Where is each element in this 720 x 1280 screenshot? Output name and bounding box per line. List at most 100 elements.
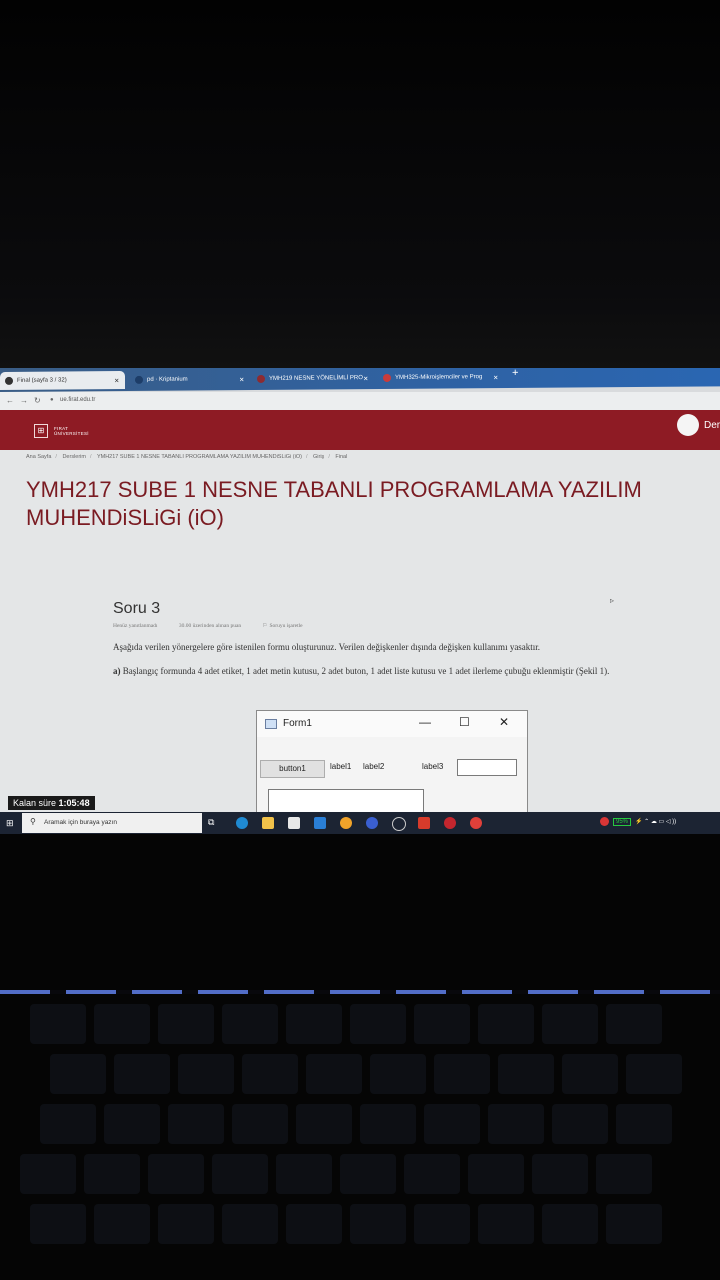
keyboard-key xyxy=(360,1104,416,1144)
app-icon-2[interactable] xyxy=(392,817,406,831)
keyboard-key xyxy=(212,1154,268,1194)
tab-label: Final (sayfa 3 / 32) xyxy=(17,377,67,384)
question-points: 30.00 üzerinden alınan puan xyxy=(178,623,242,629)
keyboard-key xyxy=(488,1104,544,1144)
timer-label: Kalan süre xyxy=(13,798,57,808)
keyboard-key xyxy=(370,1054,426,1094)
url-field[interactable]: ue.firat.edu.tr xyxy=(60,397,95,403)
store-icon[interactable] xyxy=(288,817,300,829)
windows-start-icon[interactable]: ⊞ xyxy=(6,818,14,829)
edge-icon[interactable] xyxy=(236,817,248,829)
keyboard-key xyxy=(30,1004,86,1044)
breadcrumb-courses[interactable]: Derslerim xyxy=(62,454,86,460)
close-tab-icon[interactable]: × xyxy=(114,376,119,385)
app-icon-3[interactable] xyxy=(444,817,456,829)
close-tab-icon[interactable]: × xyxy=(493,373,498,382)
keyboard-key xyxy=(562,1054,618,1094)
flag-question-link[interactable]: ⚐ Soruyu işaretle xyxy=(263,623,303,629)
keyboard-key xyxy=(478,1204,534,1244)
keyboard-key xyxy=(434,1054,490,1094)
user-name[interactable]: Der xyxy=(704,420,720,431)
forward-icon[interactable]: → xyxy=(20,396,28,405)
keyboard-key xyxy=(222,1204,278,1244)
form-label3: label3 xyxy=(422,762,444,771)
form-label1: label1 xyxy=(330,762,352,771)
tab-kriptanium[interactable]: pd · Kriptanium × xyxy=(130,370,250,389)
keyboard-key xyxy=(596,1154,652,1194)
tab-final[interactable]: Final (sayfa 3 / 32) × xyxy=(0,371,125,390)
keyboard-key xyxy=(94,1004,150,1044)
keyboard-key xyxy=(542,1004,598,1044)
app-icon-4[interactable] xyxy=(470,817,482,829)
keyboard-key xyxy=(178,1054,234,1094)
keyboard-key xyxy=(616,1104,672,1144)
tab-label: YMH219 NESNE YÖNELİMLİ PRO xyxy=(269,375,363,382)
tray-icons[interactable]: ⚡ ⌃ ☁ ▭ ◁ )) xyxy=(635,818,676,825)
key-row xyxy=(20,1154,652,1194)
notification-app-icon[interactable] xyxy=(600,817,609,826)
keyboard-key xyxy=(158,1004,214,1044)
user-avatar[interactable] xyxy=(677,414,699,436)
breadcrumb-section[interactable]: Giriş xyxy=(313,454,324,460)
key-row xyxy=(40,1104,672,1144)
university-logo[interactable]: ⊞ FIRAT ÜNİVERSİTESİ xyxy=(34,424,89,438)
breadcrumb-course[interactable]: YMH217 SUBE 1 NESNE TABANLI PROGRAMLAMA … xyxy=(97,454,302,460)
keyboard-key xyxy=(606,1204,662,1244)
keyboard-key xyxy=(158,1204,214,1244)
part-a-label: a) xyxy=(113,666,121,676)
breadcrumb-final[interactable]: Final xyxy=(335,454,347,460)
keyboard-key xyxy=(30,1204,86,1244)
chrome-icon[interactable] xyxy=(340,817,352,829)
task-view-icon[interactable]: ⧉ xyxy=(208,817,220,829)
keyboard-key xyxy=(414,1204,470,1244)
form-title-bar: Form1 — ☐ ✕ xyxy=(257,711,527,737)
breadcrumb-home[interactable]: Ana Sayfa xyxy=(26,454,51,460)
tab-ymh219[interactable]: YMH219 NESNE YÖNELİMLİ PRO × xyxy=(252,369,374,388)
site-icon xyxy=(257,374,265,383)
battery-status[interactable]: 95% xyxy=(613,817,632,826)
keyboard-key xyxy=(404,1154,460,1194)
keyboard-key xyxy=(468,1154,524,1194)
form-textbox xyxy=(457,759,517,776)
form-label2: label2 xyxy=(363,762,385,771)
form-window-icon xyxy=(265,719,277,729)
key-row xyxy=(30,1204,662,1244)
app-icon[interactable] xyxy=(366,817,378,829)
reload-icon[interactable]: ↻ xyxy=(34,396,41,405)
keyboard-key xyxy=(222,1004,278,1044)
keyboard-key xyxy=(276,1154,332,1194)
keyboard-key xyxy=(498,1054,554,1094)
office-icon[interactable] xyxy=(418,817,430,829)
maximize-icon: ☐ xyxy=(459,715,470,729)
keyboard-key xyxy=(104,1104,160,1144)
lock-icon: ● xyxy=(50,397,54,403)
keyboard-key xyxy=(50,1054,106,1094)
key-row xyxy=(50,1054,682,1094)
tab-ymh325[interactable]: YMH325-Mikroişlemciler ve Prog × xyxy=(378,368,504,387)
keyboard-key xyxy=(94,1204,150,1244)
mail-icon[interactable] xyxy=(314,817,326,829)
search-icon: ⚲ xyxy=(30,817,36,826)
site-icon xyxy=(135,375,143,384)
keyboard-key xyxy=(414,1004,470,1044)
laptop-keyboard xyxy=(0,990,720,1280)
key-row xyxy=(30,1004,662,1044)
close-icon: ✕ xyxy=(499,715,510,729)
keyboard-key xyxy=(424,1104,480,1144)
close-tab-icon[interactable]: × xyxy=(239,375,244,384)
part-a-text: Başlangıç formunda 4 adet etiket, 1 adet… xyxy=(122,666,610,676)
question-meta: Henüz yanıtlanmadı 30.00 üzerinden alına… xyxy=(113,623,323,629)
logo-emblem-icon: ⊞ xyxy=(34,424,48,438)
new-tab-button[interactable]: + xyxy=(512,368,518,379)
keyboard-key xyxy=(20,1154,76,1194)
back-icon[interactable]: ← xyxy=(6,396,14,405)
close-tab-icon[interactable]: × xyxy=(363,374,368,383)
timer-value: 1:05:48 xyxy=(58,798,90,808)
keyboard-key xyxy=(114,1054,170,1094)
taskbar-search[interactable]: ⚲ Aramak için buraya yazın xyxy=(22,813,202,833)
logo-line-2: ÜNİVERSİTESİ xyxy=(54,431,89,436)
keyboard-key xyxy=(306,1054,362,1094)
minimize-icon: — xyxy=(419,715,431,729)
file-explorer-icon[interactable] xyxy=(262,817,274,829)
question-part-a: a) Başlangıç formunda 4 adet etiket, 1 a… xyxy=(113,664,673,678)
